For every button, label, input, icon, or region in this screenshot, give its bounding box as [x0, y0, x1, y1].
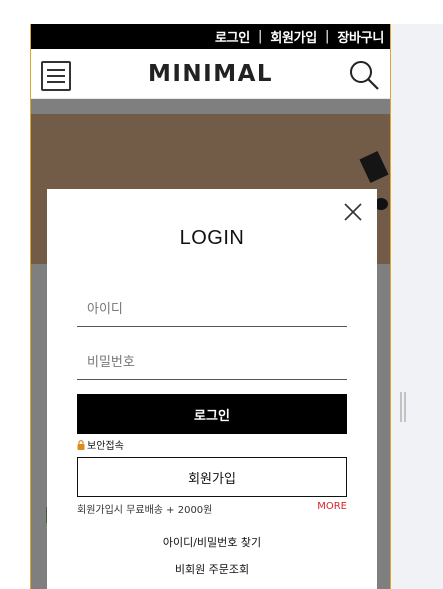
login-button[interactable]: 로그인	[77, 394, 347, 434]
site-header: MINIMAL	[31, 49, 390, 99]
top-utility-bar: 로그인 | 회원가입 | 장바구니	[31, 24, 390, 49]
join-button[interactable]: 회원가입	[77, 457, 347, 497]
password-input[interactable]	[77, 346, 347, 380]
site-logo[interactable]: MINIMAL	[31, 61, 390, 87]
modal-title: LOGIN	[179, 227, 245, 249]
join-benefit-note: 회원가입시 무료배송 + 2000원	[77, 505, 213, 516]
close-icon[interactable]	[343, 202, 363, 222]
browser-gutter	[391, 24, 443, 589]
secure-connection: 보안접속	[77, 437, 124, 452]
find-id-password-link[interactable]: 아이디/비밀번호 찾기	[47, 534, 377, 550]
login-modal: LOGIN 로그인 보안접속 회원가입 회원가입시 무료배송 + 2000원 M…	[47, 189, 377, 589]
secure-label: 보안접속	[87, 441, 124, 452]
guest-order-lookup-link[interactable]: 비회원 주문조회	[47, 561, 377, 577]
topbar-login-link[interactable]: 로그인	[215, 27, 250, 46]
mobile-viewport: 로그인 | 회원가입 | 장바구니 MINIMAL LOGIN 아이디 로그인 …	[30, 24, 391, 589]
screen: 로그인 | 회원가입 | 장바구니 MINIMAL LOGIN 아이디 로그인 …	[0, 0, 443, 589]
search-icon[interactable]	[348, 59, 380, 91]
topbar-signup-link[interactable]: 회원가입	[270, 27, 317, 46]
topbar-cart-link[interactable]: 장바구니	[337, 27, 384, 46]
topbar-separator: |	[257, 29, 263, 44]
modal-overlay[interactable]: LOGIN 로그인 보안접속 회원가입 회원가입시 무료배송 + 2000원 M…	[31, 99, 390, 589]
resize-handle[interactable]	[400, 392, 406, 422]
topbar-separator: |	[324, 29, 330, 44]
lock-icon	[77, 439, 85, 450]
more-link[interactable]: MORE	[317, 501, 347, 512]
user-id-input[interactable]	[77, 293, 347, 327]
